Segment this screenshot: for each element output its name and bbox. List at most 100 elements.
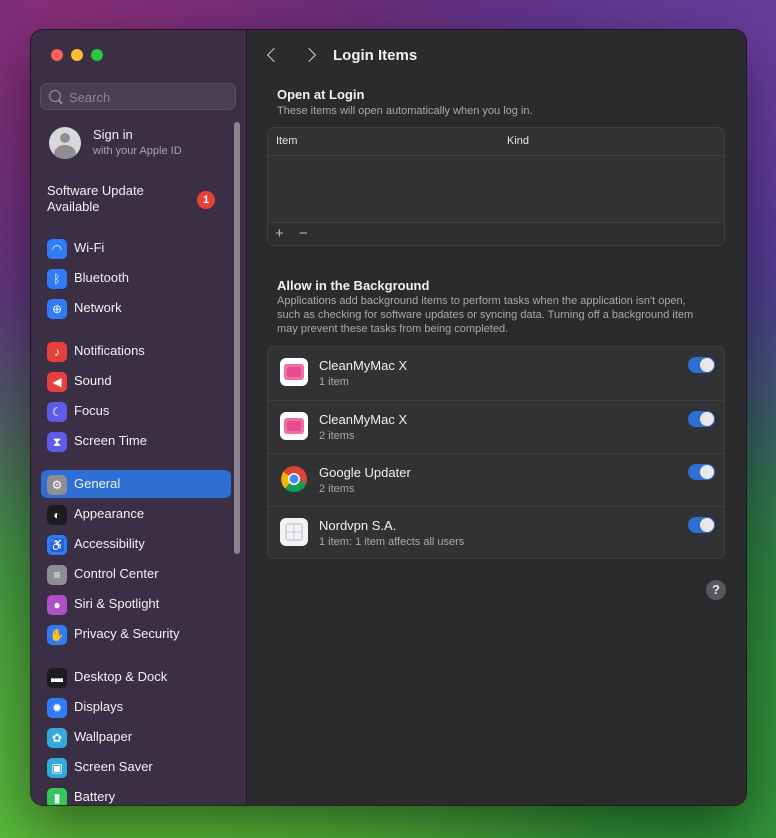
sidebar-item-network[interactable]: ⊕ Network xyxy=(41,294,231,322)
bell-icon: ♪ xyxy=(47,342,67,362)
siri-icon: ● xyxy=(47,595,67,615)
sidebar-item-general[interactable]: ⚙ General xyxy=(41,470,231,498)
list-item: CleanMyMac X 2 items xyxy=(268,400,724,454)
sidebar-item-focus[interactable]: ☾ Focus xyxy=(41,397,231,425)
sidebar-item-label: Focus xyxy=(74,403,110,418)
chevron-left-icon xyxy=(266,47,282,63)
list-item: CleanMyMac X 1 item xyxy=(268,347,724,400)
bluetooth-icon: ᛒ xyxy=(47,269,67,289)
add-login-item-button[interactable]: + xyxy=(275,225,284,242)
software-update-item[interactable]: Software Update Available 1 xyxy=(47,183,227,215)
sidebar-item-label: Wi-Fi xyxy=(74,240,105,255)
table-header: Item Kind xyxy=(268,128,724,156)
login-items-table[interactable]: Item Kind + − xyxy=(267,127,725,246)
battery-icon: ▮ xyxy=(47,788,67,805)
minimize-window-button[interactable] xyxy=(71,49,83,61)
search-icon xyxy=(49,90,61,102)
flower-icon: ✿ xyxy=(47,728,67,748)
sidebar-item-label: Appearance xyxy=(74,506,145,521)
sidebar-item-label: Notifications xyxy=(74,343,145,358)
search-field[interactable] xyxy=(40,83,236,111)
screensaver-icon: ▣ xyxy=(47,758,67,778)
sign-in-subtitle: with your Apple ID xyxy=(93,145,182,157)
sidebar-item-accessibility[interactable]: ♿ Accessibility xyxy=(41,530,231,558)
search-input[interactable] xyxy=(67,84,231,111)
zoom-window-button[interactable] xyxy=(91,49,103,61)
sidebar-item-appearance[interactable]: ◐ Appearance xyxy=(41,500,231,528)
sidebar-item-wi-fi[interactable]: ◠ Wi-Fi xyxy=(41,234,231,262)
speaker-icon: ◀ xyxy=(47,372,67,392)
sidebar-item-label: Control Center xyxy=(74,566,159,581)
column-header-item[interactable]: Item xyxy=(276,135,297,147)
help-button[interactable]: ? xyxy=(706,580,726,600)
settings-window: Sign in with your Apple ID Software Upda… xyxy=(31,30,746,805)
sidebar-item-displays[interactable]: ✹ Displays xyxy=(41,693,231,721)
main-pane: Login Items Open at Login These items wi… xyxy=(247,30,746,805)
update-badge: 1 xyxy=(197,191,215,209)
app-detail: 2 items xyxy=(319,430,355,442)
app-name: Google Updater xyxy=(319,465,411,480)
background-toggle[interactable] xyxy=(688,517,715,533)
cleanmymac-icon xyxy=(280,412,308,440)
sidebar-item-privacy-security[interactable]: ✋ Privacy & Security xyxy=(41,620,231,648)
sidebar-item-label: Screen Saver xyxy=(74,759,153,774)
sidebar-item-sound[interactable]: ◀ Sound xyxy=(41,367,231,395)
back-button[interactable] xyxy=(265,47,282,63)
wifi-icon: ◠ xyxy=(47,239,67,259)
app-name: Nordvpn S.A. xyxy=(319,518,397,533)
hand-icon: ✋ xyxy=(47,625,67,645)
sun-icon: ✹ xyxy=(47,698,67,718)
column-header-kind[interactable]: Kind xyxy=(507,135,529,147)
sidebar-item-desktop-dock[interactable]: ▬ Desktop & Dock xyxy=(41,663,231,691)
sidebar-item-label: General xyxy=(74,476,121,491)
sidebar-item-control-center[interactable]: ≡ Control Center xyxy=(41,560,231,588)
appearance-icon: ◐ xyxy=(47,505,67,525)
sidebar-item-bluetooth[interactable]: ᛒ Bluetooth xyxy=(41,264,231,292)
sidebar-item-notifications[interactable]: ♪ Notifications xyxy=(41,337,231,365)
sidebar-item-label: Desktop & Dock xyxy=(74,669,168,684)
sidebar-item-siri-spotlight[interactable]: ● Siri & Spotlight xyxy=(41,590,231,618)
sidebar-item-label: Wallpaper xyxy=(74,729,133,744)
dock-icon: ▬ xyxy=(47,668,67,688)
table-footer: + − xyxy=(268,222,724,245)
list-item: Nordvpn S.A. 1 item: 1 item affects all … xyxy=(268,506,724,560)
sidebar-item-label: Privacy & Security xyxy=(74,626,180,641)
forward-button[interactable] xyxy=(301,47,319,63)
sidebar-item-wallpaper[interactable]: ✿ Wallpaper xyxy=(41,723,231,751)
sidebar-item-label: Battery xyxy=(74,789,116,804)
background-toggle[interactable] xyxy=(688,357,715,373)
background-items-list: CleanMyMac X 1 item CleanMyMac X 2 items… xyxy=(267,346,725,559)
close-window-button[interactable] xyxy=(51,49,63,61)
app-detail: 1 item xyxy=(319,376,349,388)
sidebar-item-screen-time[interactable]: ⧗ Screen Time xyxy=(41,427,231,455)
sidebar-item-screen-saver[interactable]: ▣ Screen Saver xyxy=(41,753,231,781)
cleanmymac-icon xyxy=(280,358,308,386)
open-at-login-heading: Open at Login xyxy=(277,87,365,102)
sidebar-item-label: Displays xyxy=(74,699,124,714)
sidebar-item-label: Screen Time xyxy=(74,433,147,448)
globe-icon: ⊕ xyxy=(47,299,67,319)
accessibility-icon: ♿ xyxy=(47,535,67,555)
remove-login-item-button[interactable]: − xyxy=(299,225,308,242)
sidebar-scrollbar[interactable] xyxy=(234,122,240,554)
sign-in-title: Sign in xyxy=(93,127,133,142)
chrome-icon xyxy=(280,465,308,493)
moon-icon: ☾ xyxy=(47,402,67,422)
hourglass-icon: ⧗ xyxy=(47,432,67,452)
software-update-label: Software Update Available xyxy=(47,183,144,214)
control-center-icon: ≡ xyxy=(47,565,67,585)
avatar xyxy=(49,127,81,159)
page-title: Login Items xyxy=(333,47,418,64)
sidebar-item-label: Accessibility xyxy=(74,536,145,551)
sidebar-item-label: Siri & Spotlight xyxy=(74,596,160,611)
apple-id-sign-in[interactable]: Sign in with your Apple ID xyxy=(47,126,237,166)
sidebar-item-label: Bluetooth xyxy=(74,270,129,285)
sidebar-item-battery[interactable]: ▮ Battery xyxy=(41,783,231,805)
app-detail: 1 item: 1 item affects all users xyxy=(319,536,465,548)
sidebar-item-label: Sound xyxy=(74,373,112,388)
background-heading: Allow in the Background xyxy=(277,278,430,293)
background-toggle[interactable] xyxy=(688,411,715,427)
list-item: Google Updater 2 items xyxy=(268,453,724,507)
sidebar-item-label: Network xyxy=(74,300,122,315)
background-toggle[interactable] xyxy=(688,464,715,480)
